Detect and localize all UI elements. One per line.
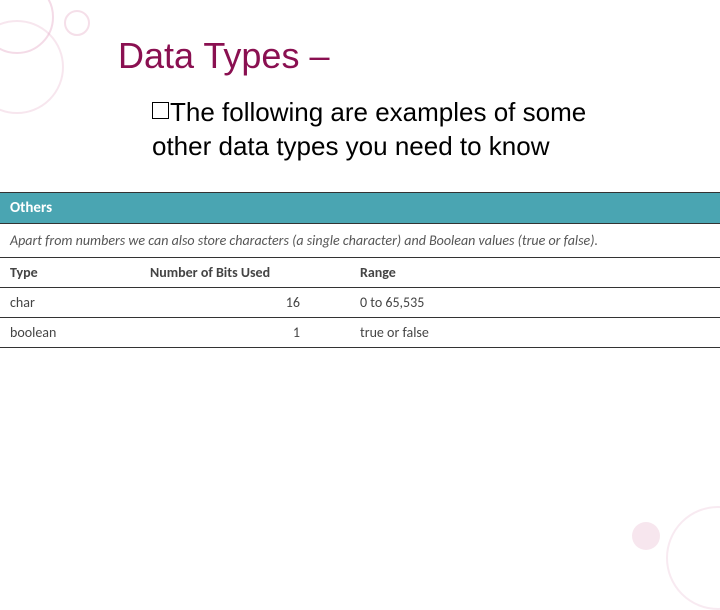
intro-span: The following are examples of some other… <box>152 97 586 161</box>
cell-range: 0 to 65,535 <box>350 288 720 318</box>
cell-bits: 1 <box>140 318 350 348</box>
corner-decoration <box>0 0 100 130</box>
cell-range: true or false <box>350 318 720 348</box>
cell-bits: 16 <box>140 288 350 318</box>
footer-decoration <box>610 490 720 580</box>
data-types-section: Others Apart from numbers we can also st… <box>0 192 720 348</box>
page-title: Data Types – <box>118 35 329 77</box>
col-bits: Number of Bits Used <box>140 258 350 288</box>
col-range: Range <box>350 258 720 288</box>
intro-text: The following are examples of some other… <box>152 96 640 164</box>
section-description: Apart from numbers we can also store cha… <box>0 224 720 258</box>
data-types-table: Type Number of Bits Used Range char 16 0… <box>0 258 720 348</box>
cell-type: char <box>0 288 140 318</box>
table-row: char 16 0 to 65,535 <box>0 288 720 318</box>
table-header-row: Type Number of Bits Used Range <box>0 258 720 288</box>
cell-type: boolean <box>0 318 140 348</box>
section-header: Others <box>0 192 720 224</box>
col-type: Type <box>0 258 140 288</box>
bullet-icon <box>152 102 169 119</box>
table-row: boolean 1 true or false <box>0 318 720 348</box>
